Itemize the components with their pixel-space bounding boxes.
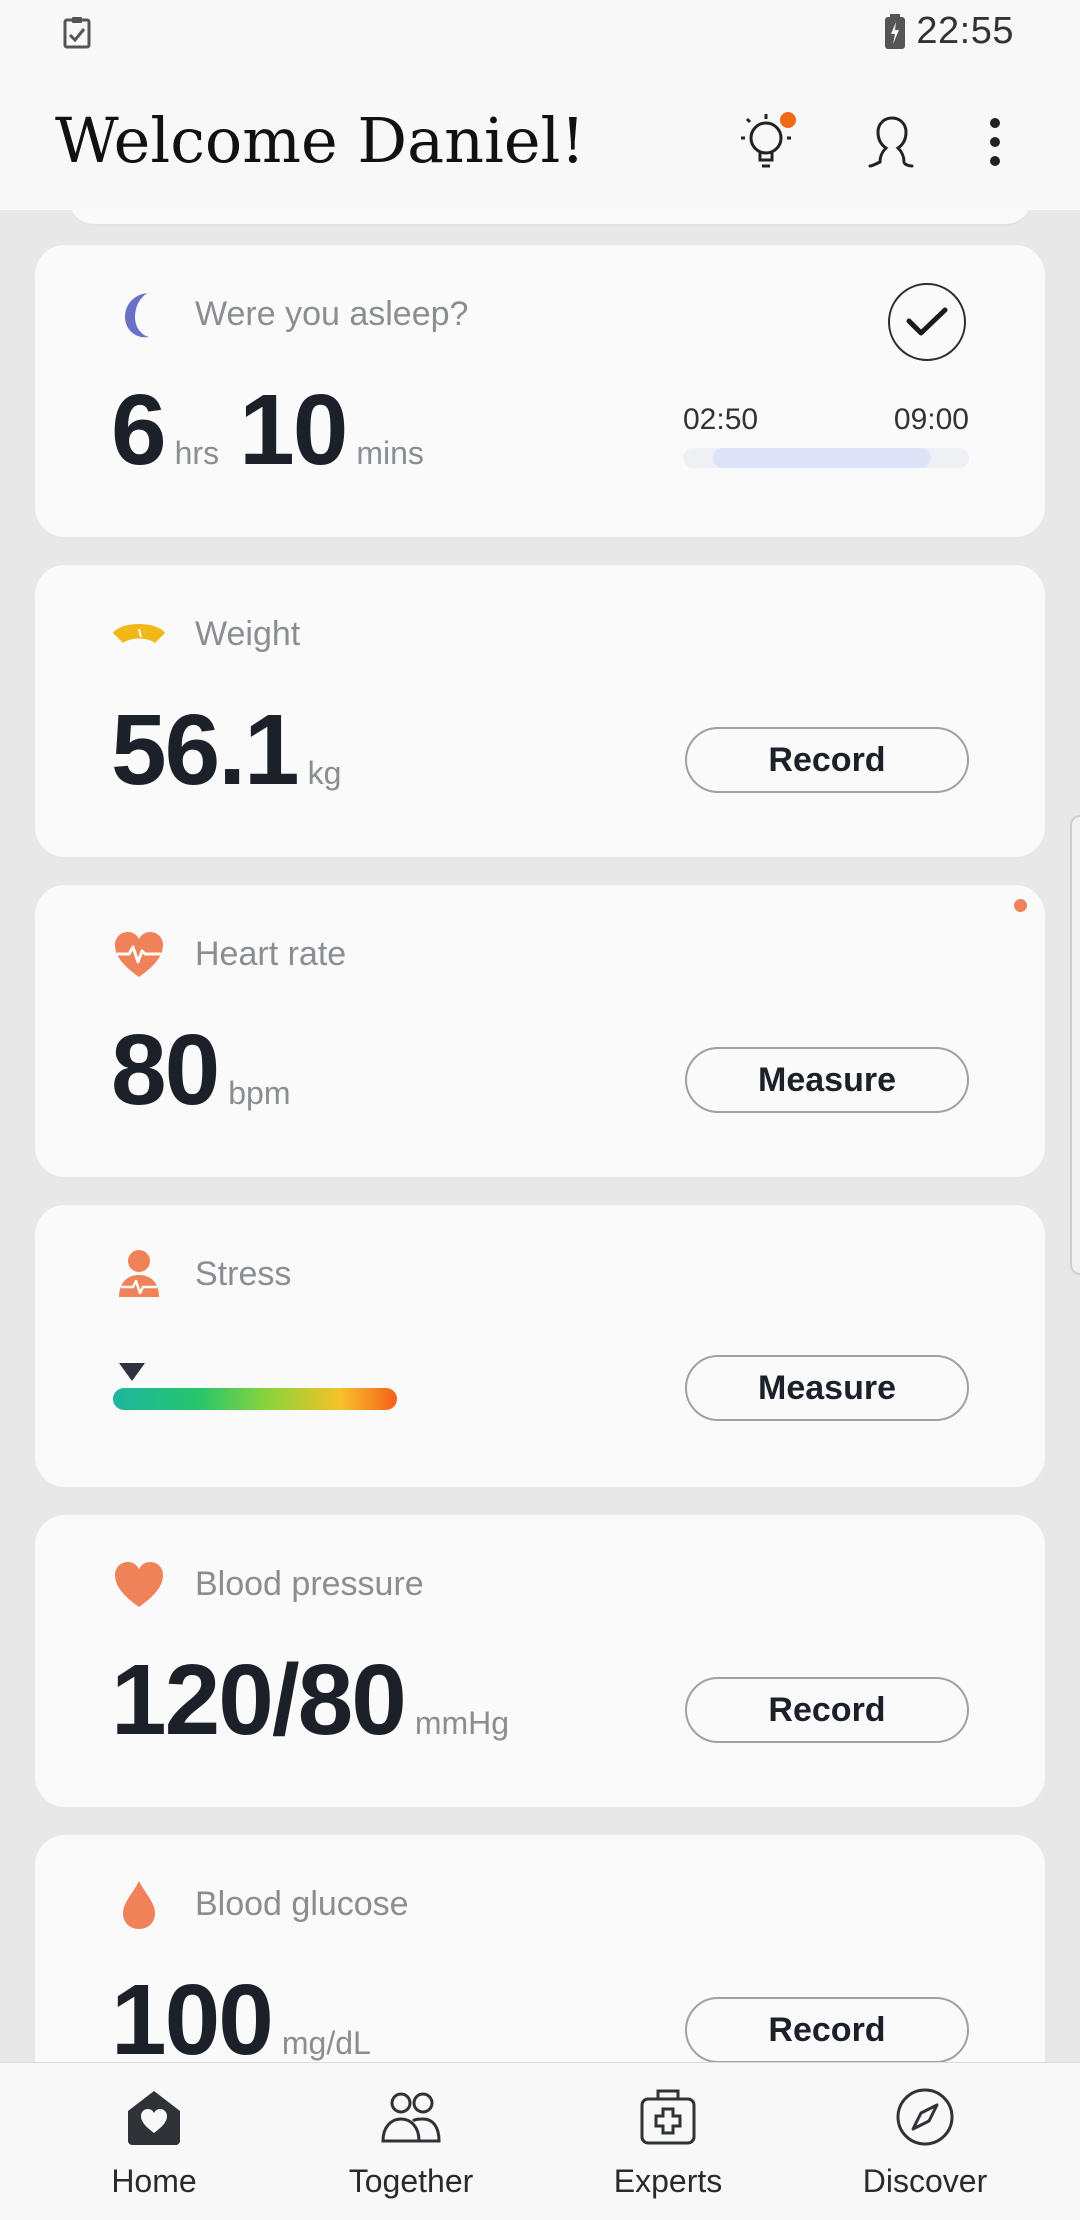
heart-rate-icon [115,932,163,977]
blood-glucose-card[interactable]: Blood glucose 100 mg/dL Record [35,1835,1045,2062]
medical-kit-icon [640,2089,696,2145]
battery-charging-icon [885,13,906,49]
scroll-handle[interactable] [1070,815,1080,1275]
app-header: Welcome Daniel! [0,66,1080,210]
stress-gradient-bar [113,1388,397,1410]
status-bar: 22:55 [0,0,1080,66]
hours-unit: hrs [174,435,220,471]
home-heart-icon [128,2091,180,2145]
nav-discover[interactable]: Discover [795,2063,1055,2220]
scale-icon [113,624,165,643]
checkmark-icon [906,307,948,336]
nav-experts[interactable]: Experts [538,2063,798,2220]
nav-experts-label: Experts [613,2163,723,2199]
nav-together[interactable]: Together [281,2063,541,2220]
weight-record-button[interactable]: Record [685,727,969,793]
profile-button[interactable] [852,102,932,182]
new-indicator-dot [1014,899,1027,912]
weight-card[interactable]: Weight 56.1 kg Record [35,565,1045,857]
bottom-navigation: Home Together Experts Discover [0,2062,1080,2220]
moon-icon [125,293,149,338]
sleep-duration: 6 hrs 10 mins [111,373,424,488]
people-icon [381,2092,441,2143]
stress-level-marker [119,1363,145,1381]
blood-pressure-value: 120/80 [111,1644,407,1756]
blood-glucose-label: Blood glucose [195,1885,409,1923]
profile-icon [868,116,914,168]
sleep-timeline-fill [713,448,931,468]
blood-pressure-unit: mmHg [414,1705,510,1741]
sleep-card[interactable]: Were you asleep? 6 hrs 10 mins 02:50 09:… [35,245,1045,537]
weight-value-row: 56.1 kg [111,693,341,808]
sleep-end-time: 09:00 [893,403,969,436]
sleep-label: Were you asleep? [195,295,469,333]
minutes-unit: mins [356,435,424,471]
task-check-icon [63,17,91,49]
blood-glucose-value-row: 100 mg/dL [111,1963,371,2062]
confirm-sleep-button[interactable] [888,283,966,361]
weight-unit: kg [307,755,342,791]
sleep-start-time: 02:50 [683,403,759,436]
heart-rate-value-row: 80 bpm [111,1013,290,1128]
more-vertical-icon [990,118,1000,166]
blood-pressure-value-row: 120/80 mmHg [111,1643,509,1758]
heart-rate-card[interactable]: Heart rate 80 bpm Measure [35,885,1045,1177]
sleep-timeline-track [683,448,969,468]
blood-glucose-record-button[interactable]: Record [685,1997,969,2062]
heart-rate-unit: bpm [228,1075,291,1111]
nav-home-label: Home [111,2163,197,2199]
compass-icon [896,2088,954,2146]
stress-card[interactable]: Stress Measure [35,1205,1045,1487]
blood-pressure-label: Blood pressure [195,1565,424,1603]
sleep-hours: 6 [111,374,167,486]
nav-home[interactable]: Home [24,2063,284,2220]
stress-label: Stress [195,1255,292,1293]
previous-card-edge [70,210,1030,226]
blood-glucose-value: 100 [111,1964,274,2062]
tips-button[interactable] [726,102,806,182]
status-time: 22:55 [916,10,1014,52]
dashboard-scroll[interactable]: Were you asleep? 6 hrs 10 mins 02:50 09:… [0,210,1080,2062]
heart-icon [115,1562,163,1607]
heart-rate-value: 80 [111,1014,220,1126]
notification-dot [780,112,796,128]
heart-rate-measure-button[interactable]: Measure [685,1047,969,1113]
stress-person-icon [119,1250,159,1297]
weight-label: Weight [195,615,301,653]
blood-pressure-record-button[interactable]: Record [685,1677,969,1743]
sleep-minutes: 10 [239,374,348,486]
blood-glucose-unit: mg/dL [281,2025,371,2061]
more-options-button[interactable] [955,102,1035,182]
stress-measure-button[interactable]: Measure [685,1355,969,1421]
blood-pressure-card[interactable]: Blood pressure 120/80 mmHg Record [35,1515,1045,1807]
drop-icon [123,1881,155,1929]
weight-value: 56.1 [111,694,300,806]
heart-rate-label: Heart rate [195,935,347,973]
nav-together-label: Together [348,2163,474,2199]
page-title: Welcome Daniel! [55,104,586,177]
sleep-time-range: 02:50 09:00 [683,403,969,437]
nav-discover-label: Discover [862,2163,988,2199]
